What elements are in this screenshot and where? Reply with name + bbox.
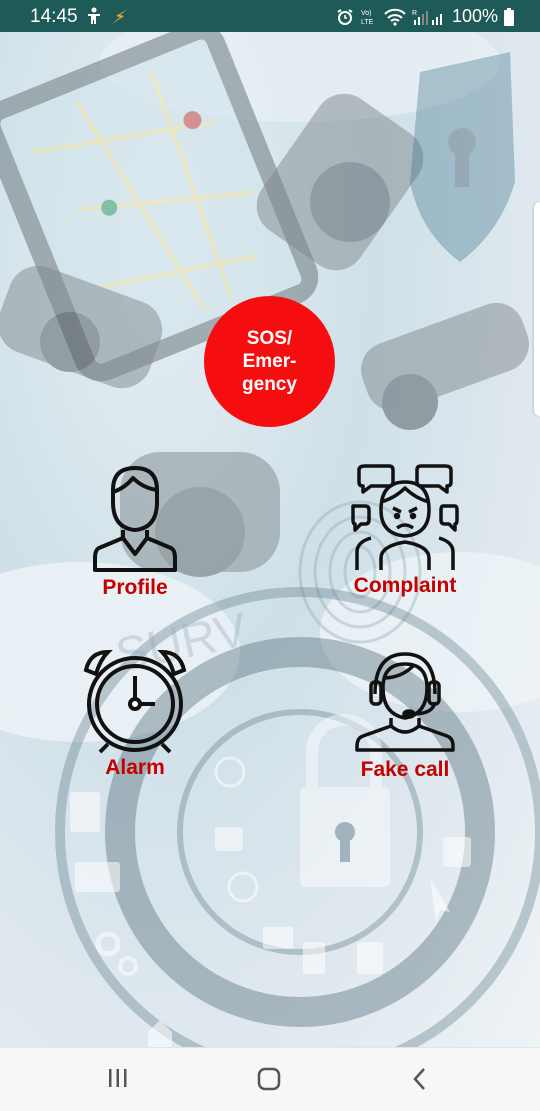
profile-label: Profile: [102, 576, 168, 599]
signal-icon: R: [412, 8, 446, 26]
alarm-icon: [336, 8, 354, 26]
complaint-label: Complaint: [353, 574, 457, 597]
edge-panel-handle[interactable]: [534, 202, 540, 416]
navigation-bar: [0, 1047, 540, 1111]
flash-icon: [110, 7, 130, 30]
recent-apps-icon[interactable]: [106, 1066, 130, 1095]
profile-tile[interactable]: Profile: [82, 462, 188, 600]
fake-call-tile[interactable]: Fake call: [346, 648, 464, 782]
svg-text:R: R: [412, 10, 417, 17]
fake-call-label: Fake call: [360, 758, 450, 781]
svg-text:LTE: LTE: [361, 19, 374, 26]
alarm-clock-icon: [76, 646, 194, 756]
wifi-icon: [384, 8, 406, 26]
headset-operator-icon: [346, 648, 464, 754]
battery-percent: 100%: [451, 6, 498, 26]
accessibility-icon: [86, 7, 102, 30]
alarm-label: Alarm: [105, 756, 165, 779]
battery-icon: [504, 7, 514, 26]
person-icon: [82, 462, 188, 572]
status-bar: 14:45 Vo) LTE R 100%: [0, 0, 540, 32]
svg-text:Vo): Vo): [361, 10, 372, 17]
status-time: 14:45: [30, 6, 78, 27]
sos-label: SOS/ Emer- gency: [242, 328, 297, 395]
crowd-complaint-icon: [340, 462, 470, 572]
sos-emergency-button[interactable]: SOS/ Emer- gency: [204, 296, 335, 427]
home-icon[interactable]: [256, 1066, 282, 1097]
complaint-tile[interactable]: Complaint: [340, 462, 470, 598]
back-icon[interactable]: [408, 1066, 432, 1097]
alarm-tile[interactable]: Alarm: [76, 646, 194, 780]
volte-icon: Vo) LTE: [360, 7, 378, 27]
